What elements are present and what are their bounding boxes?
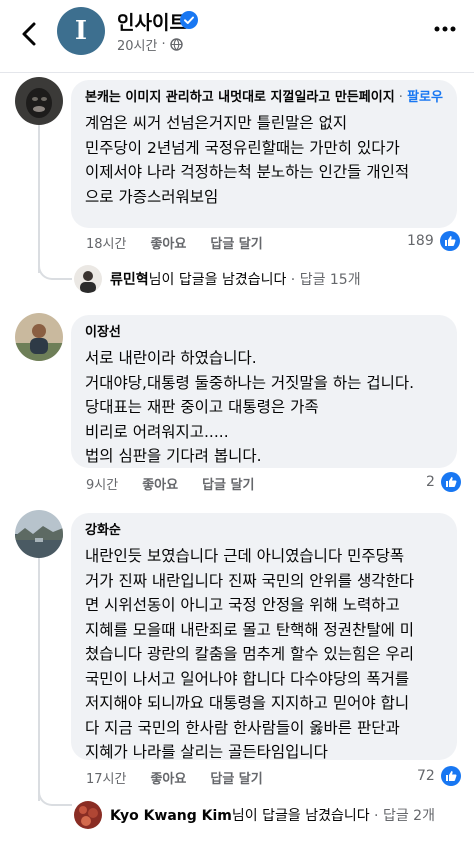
reply-author: 류민혁: [110, 272, 149, 288]
comment-author[interactable]: 강화순: [85, 522, 443, 540]
like-button[interactable]: 좋아요: [142, 474, 178, 493]
reply-avatar: [74, 265, 102, 293]
reply-avatar: [74, 801, 102, 829]
thread-line: [38, 125, 40, 273]
reaction-count[interactable]: 2: [426, 472, 461, 492]
reply-button[interactable]: 답글 달기: [202, 474, 254, 493]
comment-actions: 9시간 좋아요 답글 달기: [86, 474, 254, 493]
replies-summary[interactable]: Kyo Kwang Kim님이 답글을 남겼습니다 · 답글 2개: [74, 801, 435, 829]
author-name[interactable]: 본캐는 이미지 관리하고 내멋대로 지껄일라고 만든페이지: [85, 90, 395, 105]
thumbs-up-icon: [439, 231, 460, 251]
avatar[interactable]: [15, 510, 63, 558]
comment-author[interactable]: 이장선: [85, 324, 443, 342]
post-header: I 인사이트 20시간 ·: [0, 0, 474, 72]
verified-badge-icon: [180, 11, 198, 29]
reaction-number: 189: [407, 233, 434, 249]
avatar[interactable]: [15, 313, 63, 361]
comment-bubble: 강화순 내란인듯 보였습니다 근데 아니였습니다 민주당폭 거가 진짜 내란입니…: [71, 513, 457, 761]
reply-author: Kyo Kwang Kim: [110, 808, 232, 824]
back-arrow-icon[interactable]: [16, 20, 44, 48]
comment-time[interactable]: 17시간: [86, 768, 126, 787]
reply-count: · 답글 15개: [286, 272, 361, 288]
comment-bubble: 이장선 서로 내란이라 하였습니다. 거대야당,대통령 둘중하나는 거짓말을 하…: [71, 315, 457, 468]
reply-text: 님이 답글을 남겼습니다: [231, 808, 370, 824]
comment-time[interactable]: 18시간: [86, 233, 126, 252]
comment-text: 서로 내란이라 하였습니다. 거대야당,대통령 둘중하나는 거짓말을 하는 겁니…: [85, 349, 415, 465]
comment-text: 계엄은 씨거 선넘은거지만 틀린말은 없지 민주당이 2년넘게 국정유린할때는 …: [85, 114, 410, 206]
thread-line-curve: [38, 786, 72, 806]
follow-button[interactable]: 팔로우: [407, 90, 443, 105]
thumbs-up-icon: [440, 472, 461, 492]
meta-separator: ·: [161, 37, 166, 52]
comment-author[interactable]: 본캐는 이미지 관리하고 내멋대로 지껄일라고 만든페이지 · 팔로우: [85, 89, 443, 107]
avatar[interactable]: [15, 77, 63, 125]
thread-line: [38, 557, 40, 801]
reply-count: · 답글 2개: [369, 808, 435, 824]
globe-icon: [169, 38, 183, 51]
reaction-number: 2: [426, 474, 435, 490]
author-dot: ·: [394, 90, 408, 105]
thread-line-curve: [38, 260, 72, 280]
reaction-number: 72: [417, 768, 435, 784]
page-avatar[interactable]: I: [57, 7, 105, 55]
page-name[interactable]: 인사이트: [117, 8, 187, 35]
thumbs-up-icon: [440, 766, 461, 786]
comment-actions: 17시간 좋아요 답글 달기: [86, 768, 263, 787]
more-options-icon[interactable]: [434, 26, 456, 32]
replies-summary[interactable]: 류민혁님이 답글을 남겼습니다 · 답글 15개: [74, 265, 361, 293]
reply-text: 님이 답글을 남겼습니다: [148, 272, 287, 288]
like-button[interactable]: 좋아요: [150, 768, 186, 787]
comment-bubble: 본캐는 이미지 관리하고 내멋대로 지껄일라고 만든페이지 · 팔로우 계엄은 …: [71, 80, 457, 228]
reaction-count[interactable]: 72: [417, 766, 461, 786]
header-divider: [0, 72, 474, 73]
post-time[interactable]: 20시간: [117, 35, 157, 54]
reply-button[interactable]: 답글 달기: [210, 768, 262, 787]
post-meta: 20시간 ·: [117, 35, 183, 54]
comment-text: 내란인듯 보였습니다 근데 아니였습니다 민주당폭 거가 진짜 내란입니다 진짜…: [85, 547, 415, 761]
like-button[interactable]: 좋아요: [150, 233, 186, 252]
comment-time[interactable]: 9시간: [86, 474, 118, 493]
reply-button[interactable]: 답글 달기: [210, 233, 262, 252]
page-avatar-letter: I: [74, 16, 88, 46]
reaction-count[interactable]: 189: [407, 231, 460, 251]
comment-actions: 18시간 좋아요 답글 달기: [86, 233, 263, 252]
